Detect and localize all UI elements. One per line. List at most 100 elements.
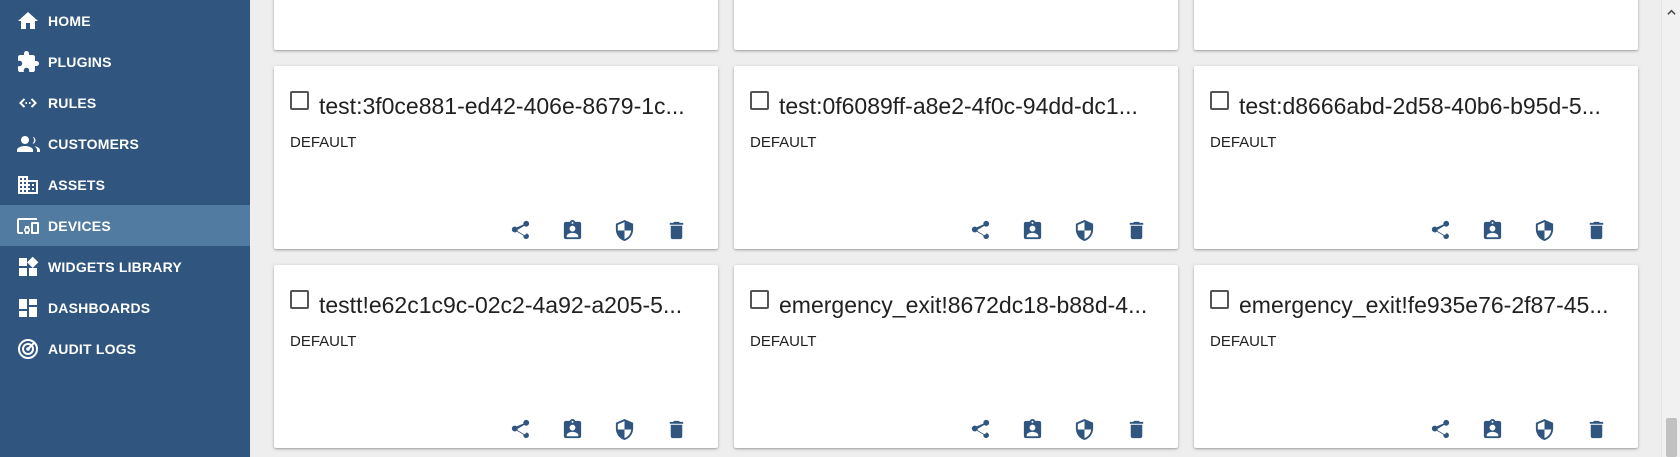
assign-to-customer-button[interactable]: [546, 215, 598, 245]
delete-device-button[interactable]: [650, 215, 702, 245]
sidebar-item-audit-logs[interactable]: AUDIT LOGS: [0, 328, 250, 369]
share-device-button[interactable]: [954, 215, 1006, 245]
puzzle-icon: [16, 50, 40, 74]
sidebar: HOME PLUGINS RULES CUSTOMERS ASSETS DEVI…: [0, 0, 250, 457]
share-icon: [509, 418, 532, 441]
card-actions: [954, 215, 1162, 245]
share-device-button[interactable]: [954, 414, 1006, 444]
manage-credentials-button[interactable]: [1518, 414, 1570, 444]
device-card[interactable]: [1194, 0, 1638, 50]
code-arrows-icon: [16, 91, 40, 115]
device-name[interactable]: test:0f6089ff-a8e2-4f0c-94dd-dc1...: [779, 93, 1174, 120]
share-device-button[interactable]: [1414, 414, 1466, 444]
assign-customer-icon: [1481, 219, 1504, 242]
delete-icon: [1585, 418, 1608, 441]
assign-customer-icon: [1021, 219, 1044, 242]
sidebar-item-label: WIDGETS LIBRARY: [48, 258, 182, 275]
device-card[interactable]: test:d8666abd-2d58-40b6-b95d-5... DEFAULT: [1194, 66, 1638, 249]
sidebar-item-label: PLUGINS: [48, 53, 112, 70]
device-type-label: DEFAULT: [290, 333, 357, 350]
sidebar-item-label: RULES: [48, 94, 97, 111]
delete-icon: [1585, 219, 1608, 242]
device-card[interactable]: test:0f6089ff-a8e2-4f0c-94dd-dc1... DEFAU…: [734, 66, 1178, 249]
sidebar-item-label: DASHBOARDS: [48, 299, 151, 316]
sidebar-item-label: CUSTOMERS: [48, 135, 139, 152]
share-icon: [1429, 418, 1452, 441]
sidebar-item-devices[interactable]: DEVICES: [0, 205, 250, 246]
assign-customer-icon: [561, 219, 584, 242]
card-actions: [1414, 215, 1622, 245]
manage-credentials-button[interactable]: [1058, 414, 1110, 444]
device-card[interactable]: emergency_exit!8672dc18-b88d-4... DEFAULT: [734, 265, 1178, 448]
devices-icon: [16, 214, 40, 238]
people-icon: [16, 132, 40, 156]
sidebar-item-home[interactable]: HOME: [0, 0, 250, 41]
sidebar-item-widgets-library[interactable]: WIDGETS LIBRARY: [0, 246, 250, 287]
delete-device-button[interactable]: [1110, 414, 1162, 444]
vertical-scrollbar[interactable]: [1661, 0, 1680, 457]
device-name[interactable]: test:3f0ce881-ed42-406e-8679-1c...: [319, 93, 714, 120]
device-select-checkbox[interactable]: [750, 290, 769, 309]
device-card[interactable]: testt!e62c1c9c-02c2-4a92-a205-5... DEFAUL…: [274, 265, 718, 448]
device-select-checkbox[interactable]: [1210, 91, 1229, 110]
device-card[interactable]: emergency_exit!fe935e76-2f87-45... DEFAUL…: [1194, 265, 1638, 448]
assign-to-customer-button[interactable]: [1466, 414, 1518, 444]
sidebar-item-customers[interactable]: CUSTOMERS: [0, 123, 250, 164]
scrollbar-thumb[interactable]: [1666, 418, 1677, 457]
device-card[interactable]: [734, 0, 1178, 50]
share-device-button[interactable]: [1414, 215, 1466, 245]
device-name[interactable]: emergency_exit!8672dc18-b88d-4...: [779, 292, 1174, 319]
device-select-checkbox[interactable]: [290, 91, 309, 110]
assign-to-customer-button[interactable]: [1466, 215, 1518, 245]
share-icon: [509, 219, 532, 242]
device-name[interactable]: test:d8666abd-2d58-40b6-b95d-5...: [1239, 93, 1634, 120]
device-card[interactable]: [274, 0, 718, 50]
delete-icon: [1125, 219, 1148, 242]
assign-to-customer-button[interactable]: [546, 414, 598, 444]
manage-credentials-button[interactable]: [1058, 215, 1110, 245]
delete-device-button[interactable]: [1110, 215, 1162, 245]
manage-credentials-button[interactable]: [598, 414, 650, 444]
card-actions: [494, 414, 702, 444]
share-icon: [969, 219, 992, 242]
device-name[interactable]: emergency_exit!fe935e76-2f87-45...: [1239, 292, 1634, 319]
delete-device-button[interactable]: [1570, 414, 1622, 444]
device-select-checkbox[interactable]: [1210, 290, 1229, 309]
card-actions: [1414, 414, 1622, 444]
device-type-label: DEFAULT: [290, 134, 357, 151]
credentials-shield-icon: [1073, 219, 1096, 242]
sidebar-item-assets[interactable]: ASSETS: [0, 164, 250, 205]
sidebar-item-dashboards[interactable]: DASHBOARDS: [0, 287, 250, 328]
share-device-button[interactable]: [494, 215, 546, 245]
device-type-label: DEFAULT: [750, 134, 817, 151]
delete-device-button[interactable]: [1570, 215, 1622, 245]
assign-to-customer-button[interactable]: [1006, 414, 1058, 444]
device-name[interactable]: testt!e62c1c9c-02c2-4a92-a205-5...: [319, 292, 714, 319]
sidebar-item-label: AUDIT LOGS: [48, 340, 137, 357]
credentials-shield-icon: [1073, 418, 1096, 441]
credentials-shield-icon: [1533, 219, 1556, 242]
sidebar-item-label: ASSETS: [48, 176, 106, 193]
delete-icon: [665, 219, 688, 242]
delete-device-button[interactable]: [650, 414, 702, 444]
credentials-shield-icon: [1533, 418, 1556, 441]
scroll-up-arrow-icon[interactable]: [1667, 4, 1676, 15]
delete-icon: [665, 418, 688, 441]
assign-customer-icon: [1021, 418, 1044, 441]
sidebar-item-plugins[interactable]: PLUGINS: [0, 41, 250, 82]
sidebar-item-label: HOME: [48, 12, 91, 29]
device-card[interactable]: test:3f0ce881-ed42-406e-8679-1c... DEFAUL…: [274, 66, 718, 249]
manage-credentials-button[interactable]: [598, 215, 650, 245]
assign-to-customer-button[interactable]: [1006, 215, 1058, 245]
device-select-checkbox[interactable]: [750, 91, 769, 110]
card-actions: [954, 414, 1162, 444]
sidebar-item-rules[interactable]: RULES: [0, 82, 250, 123]
share-icon: [969, 418, 992, 441]
manage-credentials-button[interactable]: [1518, 215, 1570, 245]
device-select-checkbox[interactable]: [290, 290, 309, 309]
share-device-button[interactable]: [494, 414, 546, 444]
card-actions: [494, 215, 702, 245]
credentials-shield-icon: [613, 219, 636, 242]
home-icon: [16, 9, 40, 33]
delete-icon: [1125, 418, 1148, 441]
